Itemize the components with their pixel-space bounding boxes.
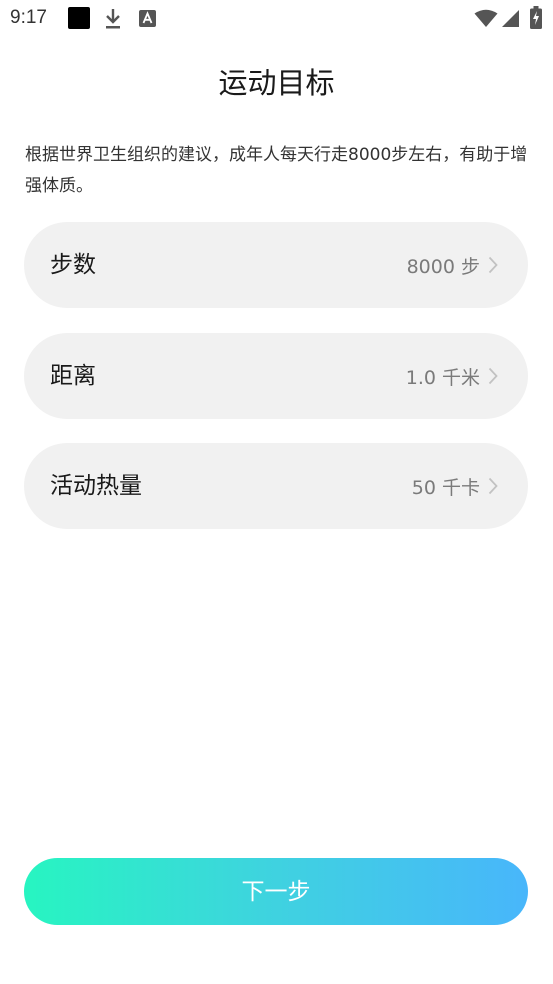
intro-text: 根据世界卫生组织的建议，成年人每天行走8000步左右，有助于增强体质。 <box>25 145 528 196</box>
goal-label: 距离 <box>50 363 96 389</box>
next-step-button[interactable]: 下一步 <box>24 858 528 925</box>
goal-row-calories[interactable]: 活动热量 50 千卡 <box>24 443 528 529</box>
goal-row-distance[interactable]: 距离 1.0 千米 <box>24 333 528 419</box>
goal-value: 8000 步 <box>406 255 480 278</box>
goal-value: 50 千卡 <box>411 476 480 499</box>
goal-value-group: 8000 步 <box>407 222 498 308</box>
goal-row-steps[interactable]: 步数 8000 步 <box>24 222 528 308</box>
page-title: 运动目标 <box>218 66 335 100</box>
status-bar: 9:17 <box>0 0 553 38</box>
goal-value: 1.0 千米 <box>405 366 480 389</box>
text-app-icon <box>139 10 156 27</box>
chevron-right-icon <box>488 477 498 495</box>
app-notification-square <box>68 7 90 29</box>
battery-charging-icon <box>530 6 542 29</box>
download-icon <box>106 9 120 29</box>
goal-value-group: 1.0 千米 <box>406 333 498 419</box>
chevron-right-icon <box>488 256 498 274</box>
status-time: 9:17 <box>10 7 47 28</box>
cellular-signal-icon <box>502 10 519 27</box>
wifi-icon <box>474 9 498 27</box>
chevron-right-icon <box>488 367 498 385</box>
goal-label: 活动热量 <box>50 473 142 499</box>
goal-label: 步数 <box>50 252 96 278</box>
goal-value-group: 50 千卡 <box>412 443 498 529</box>
